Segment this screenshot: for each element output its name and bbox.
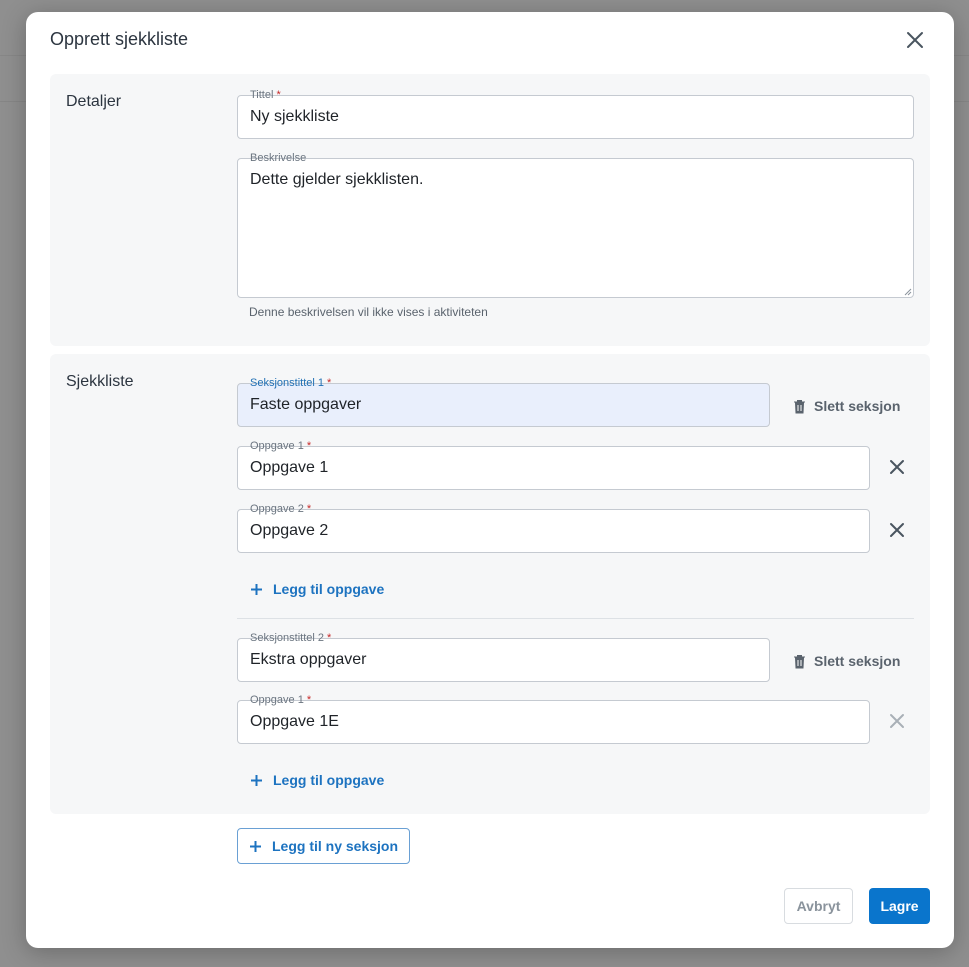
required-mark: * (306, 503, 312, 515)
delete-section-2-button[interactable]: Slett seksjon (793, 653, 900, 669)
section-1-task-1-field[interactable]: Oppgave 1 * Oppgave 1 (237, 439, 870, 490)
description-helper-text: Denne beskrivelsen vil ikke vises i akti… (249, 305, 488, 319)
title-field-label: Tittel (250, 89, 274, 101)
section-1-title-label: Seksjonstittel 1 (250, 377, 324, 389)
title-field[interactable]: Tittel * Ny sjekkliste (237, 88, 914, 139)
plus-icon (251, 774, 262, 786)
trash-icon (794, 399, 805, 413)
delete-section-1-label: Slett seksjon (814, 398, 901, 414)
section-1-task-1-value: Oppgave 1 (250, 459, 329, 476)
details-label: Detaljer (66, 93, 122, 110)
section-1-task-2-value: Oppgave 2 (250, 522, 329, 539)
plus-icon (251, 583, 262, 595)
details-panel: Detaljer Tittel * Ny sjekkliste Beskrivel… (50, 74, 930, 346)
checklist-panel: Sjekkliste Seksjonstittel 1 * Faste oppga… (50, 354, 930, 814)
section-2-task-1-label: Oppgave 1 (250, 694, 304, 706)
section-1-task-2-field[interactable]: Oppgave 2 * Oppgave 2 (237, 502, 870, 553)
section-1-title-field[interactable]: Seksjonstittel 1 * Faste oppgaver (237, 376, 770, 427)
section-divider (237, 618, 914, 619)
add-section-label: Legg til ny seksjon (271, 838, 399, 854)
plus-icon (249, 840, 261, 852)
remove-task-close-icon-disabled (886, 710, 908, 732)
required-mark: * (326, 377, 332, 389)
checklist-label: Sjekkliste (66, 373, 134, 390)
delete-section-2-label: Slett seksjon (814, 653, 901, 669)
remove-task-close-icon[interactable] (886, 456, 908, 478)
required-mark: * (306, 694, 312, 706)
section-1-add-task-label: Legg til oppgave (273, 581, 385, 597)
close-icon[interactable] (904, 29, 926, 51)
section-2-task-1-field[interactable]: Oppgave 1 * Oppgave 1E (237, 693, 870, 744)
delete-section-1-button[interactable]: Slett seksjon (793, 398, 900, 414)
title-field-value: Ny sjekkliste (250, 108, 339, 125)
trash-icon (794, 654, 805, 668)
description-field[interactable]: Beskrivelse Dette gjelder sjekklisten. (237, 151, 914, 298)
resize-grip-icon[interactable] (904, 288, 912, 296)
section-2-add-task-label: Legg til oppgave (273, 772, 385, 788)
section-1-task-1-label: Oppgave 1 (250, 440, 304, 452)
section-2-add-task-button[interactable]: Legg til oppgave (250, 772, 384, 788)
dialog-title: Opprett sjekkliste (50, 29, 189, 49)
section-2-title-label: Seksjonstittel 2 (250, 632, 324, 644)
cancel-button[interactable]: Avbryt (784, 888, 853, 924)
required-mark: * (276, 89, 281, 101)
section-2-title-value: Ekstra oppgaver (250, 651, 367, 668)
required-mark: * (326, 632, 332, 644)
add-section-button[interactable]: Legg til ny seksjon (237, 828, 410, 864)
description-field-value: Dette gjelder sjekklisten. (250, 171, 424, 188)
required-mark: * (306, 440, 312, 452)
section-1-title-value: Faste oppgaver (250, 396, 362, 413)
section-2-task-1-value: Oppgave 1E (250, 713, 339, 730)
save-button[interactable]: Lagre (869, 888, 930, 924)
description-field-label: Beskrivelse (250, 152, 307, 164)
section-1-task-2-label: Oppgave 2 (250, 503, 304, 515)
section-2-title-field[interactable]: Seksjonstittel 2 * Ekstra oppgaver (237, 631, 770, 682)
remove-task-close-icon[interactable] (886, 519, 908, 541)
section-1-add-task-button[interactable]: Legg til oppgave (250, 581, 384, 597)
create-checklist-dialog: Opprett sjekkliste Detaljer Tittel * Ny s… (26, 12, 954, 948)
